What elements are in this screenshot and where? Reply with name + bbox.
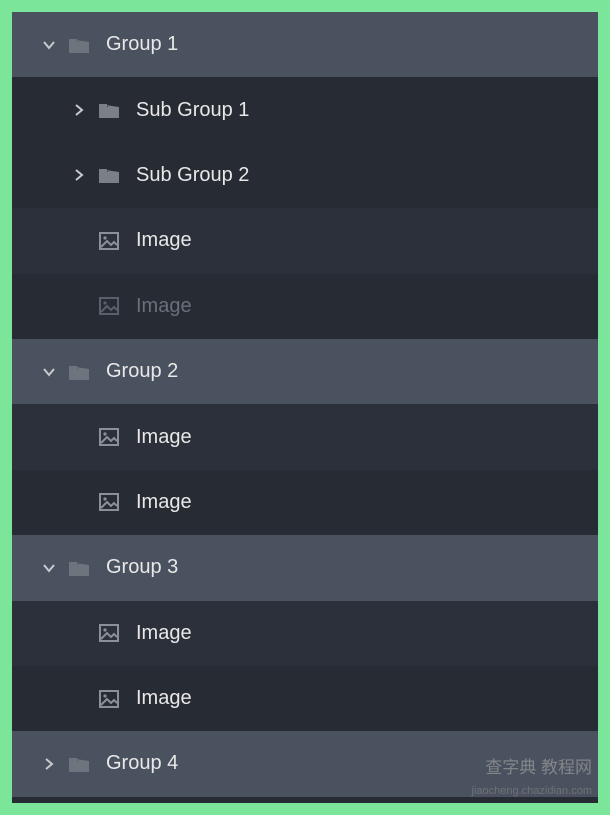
tree-row[interactable]: Group 3 xyxy=(12,535,598,600)
chevron-spacer xyxy=(70,493,88,511)
chevron-down-icon[interactable] xyxy=(40,363,58,381)
tree-item-label: Image xyxy=(136,622,192,645)
tree-row[interactable]: Sub Group 2 xyxy=(12,143,598,208)
chevron-right-icon[interactable] xyxy=(70,166,88,184)
tree-item-label: Image xyxy=(136,229,192,252)
chevron-down-icon[interactable] xyxy=(40,36,58,54)
folder-icon xyxy=(96,97,122,123)
tree-item-label: Sub Group 1 xyxy=(136,99,249,122)
folder-icon xyxy=(66,751,92,777)
tree-item-label: Image xyxy=(136,426,192,449)
tree-row[interactable]: Image xyxy=(12,274,598,339)
tree-item-label: Group 4 xyxy=(106,752,178,775)
chevron-spacer xyxy=(70,428,88,446)
image-icon xyxy=(96,620,122,646)
folder-icon xyxy=(66,359,92,385)
tree-row[interactable]: Image xyxy=(12,601,598,666)
tree-item-label: Image xyxy=(136,295,192,318)
image-icon xyxy=(96,293,122,319)
chevron-spacer xyxy=(70,624,88,642)
folder-icon xyxy=(66,555,92,581)
folder-icon xyxy=(66,32,92,58)
tree-row[interactable]: Group 1 xyxy=(12,12,598,77)
chevron-right-icon[interactable] xyxy=(70,101,88,119)
tree-row[interactable]: Group 2 xyxy=(12,339,598,404)
tree-row[interactable]: Image xyxy=(12,404,598,469)
tree-item-label: Group 1 xyxy=(106,33,178,56)
layer-tree: Group 1 Sub Group 1 Sub Group 2 Image Image G… xyxy=(12,12,598,803)
tree-item-label: Group 2 xyxy=(106,360,178,383)
tree-row[interactable]: Image xyxy=(12,666,598,731)
watermark-line2: jiaocheng.chazidian.com xyxy=(472,785,592,797)
chevron-spacer xyxy=(70,690,88,708)
tree-row[interactable]: Image xyxy=(12,208,598,273)
tree-row[interactable]: Image xyxy=(12,470,598,535)
watermark-line1: 查字典 教程网 xyxy=(485,758,592,777)
chevron-down-icon[interactable] xyxy=(40,559,58,577)
watermark: 查字典 教程网 jiaocheng.chazidian.com xyxy=(472,758,592,799)
tree-item-label: Sub Group 2 xyxy=(136,164,249,187)
tree-item-label: Image xyxy=(136,491,192,514)
tree-row[interactable]: Sub Group 1 xyxy=(12,77,598,142)
image-icon xyxy=(96,228,122,254)
folder-icon xyxy=(96,162,122,188)
tree-item-label: Image xyxy=(136,687,192,710)
image-icon xyxy=(96,424,122,450)
image-icon xyxy=(96,686,122,712)
chevron-right-icon[interactable] xyxy=(40,755,58,773)
chevron-spacer xyxy=(70,232,88,250)
chevron-spacer xyxy=(70,297,88,315)
tree-item-label: Group 3 xyxy=(106,556,178,579)
image-icon xyxy=(96,489,122,515)
